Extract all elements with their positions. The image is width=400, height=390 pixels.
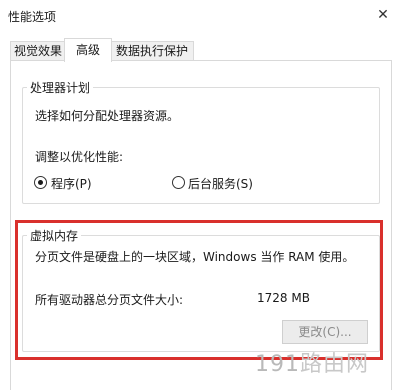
adjust-performance-label: 调整以优化性能: <box>35 150 124 164</box>
watermark-number: 191 <box>255 352 300 377</box>
tab-strip: 视觉效果 高级 数据执行保护 <box>0 38 400 62</box>
tab-dep[interactable]: 数据执行保护 <box>110 41 194 61</box>
background-services-radio[interactable] <box>172 176 185 189</box>
background-services-label[interactable]: 后台服务(S) <box>188 175 253 192</box>
window-title: 性能选项 <box>8 10 57 24</box>
radio-selected-dot <box>38 180 43 185</box>
tab-advanced[interactable]: 高级 <box>64 38 112 62</box>
processor-scheduling-legend: 处理器计划 <box>27 79 94 96</box>
processor-description: 选择如何分配处理器资源。 <box>35 109 180 123</box>
site-watermark: 191路由网 <box>255 346 369 378</box>
tab-visual-effects[interactable]: 视觉效果 <box>10 41 66 61</box>
programs-radio[interactable] <box>34 176 47 189</box>
close-icon[interactable]: ✕ <box>372 4 394 26</box>
watermark-text: 路由网 <box>300 352 370 377</box>
red-highlight-box <box>15 220 383 360</box>
programs-radio-label[interactable]: 程序(P) <box>51 175 92 192</box>
title-bar: 性能选项 ✕ <box>0 0 400 30</box>
